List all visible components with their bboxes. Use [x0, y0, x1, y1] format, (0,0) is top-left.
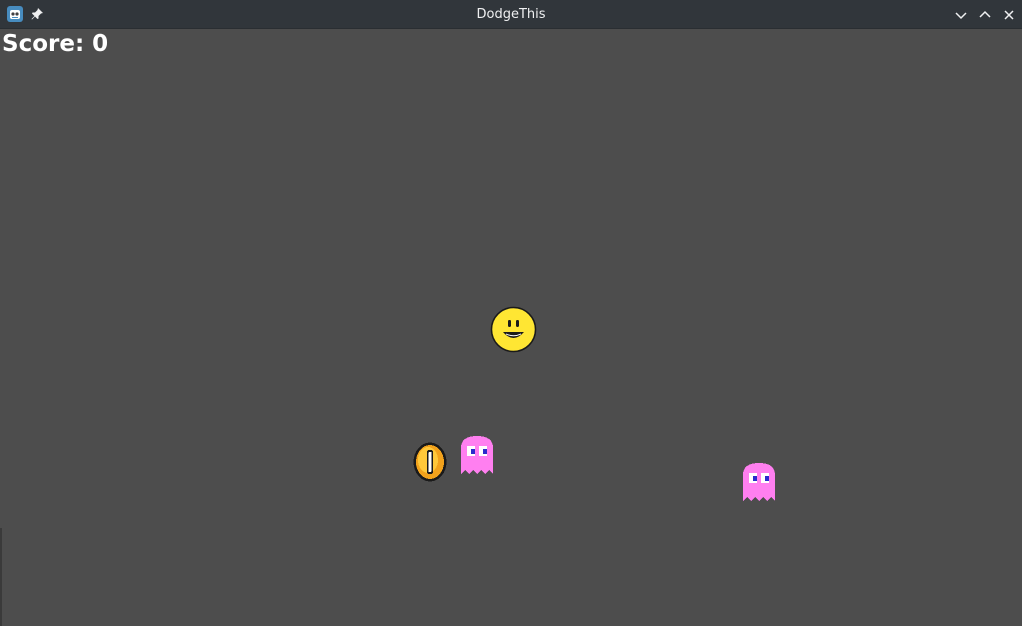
godot-engine-icon[interactable]	[6, 5, 24, 23]
minimize-icon[interactable]	[952, 6, 970, 24]
pin-icon[interactable]	[30, 7, 44, 21]
viewport-edge	[0, 528, 2, 626]
game-viewport[interactable]: Score: 0	[0, 29, 1022, 626]
window-titlebar[interactable]: DodgeThis	[0, 0, 1022, 29]
maximize-icon[interactable]	[976, 6, 994, 24]
close-icon[interactable]	[1000, 6, 1018, 24]
score-label: Score: 0	[2, 31, 109, 57]
pink-ghost-icon	[743, 463, 775, 501]
window-title: DodgeThis	[476, 7, 546, 22]
window-controls	[952, 6, 1018, 24]
pink-ghost-icon	[461, 436, 493, 474]
smiley-face-icon	[490, 306, 537, 353]
titlebar-left-group	[6, 5, 44, 23]
coin-icon	[413, 442, 447, 482]
